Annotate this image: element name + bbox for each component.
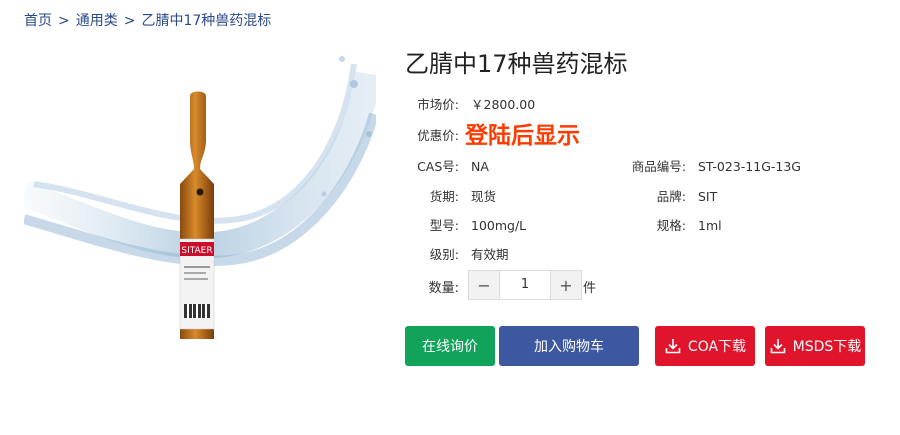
download-icon xyxy=(665,339,681,354)
grade-value: 有效期 xyxy=(471,247,509,262)
inquiry-button[interactable]: 在线询价 xyxy=(405,326,495,366)
spec-row: 规格: 1ml xyxy=(620,215,722,234)
stock-label: 货期: xyxy=(429,189,459,204)
cas-row: CAS号: NA xyxy=(405,156,489,175)
coa-download-label: COA下载 xyxy=(687,339,747,355)
quantity-minus-button[interactable]: − xyxy=(469,271,499,299)
breadcrumb-separator: > xyxy=(123,13,136,29)
product-image: SITAER xyxy=(24,56,376,339)
breadcrumb-separator: > xyxy=(58,13,70,29)
quantity-label: 数量: xyxy=(428,281,459,296)
add-to-cart-button[interactable]: 加入购物车 xyxy=(499,326,639,366)
model-label: 型号: xyxy=(429,218,459,233)
cas-label: CAS号: xyxy=(417,159,459,174)
cas-value: NA xyxy=(471,159,489,174)
product-label-logo: SITAER xyxy=(181,246,212,256)
breadcrumb-category[interactable]: 通用类 xyxy=(76,13,118,29)
promo-price-label-row: 优惠价: xyxy=(405,125,459,144)
stock-row: 货期: 现货 xyxy=(405,186,496,205)
model-value: 100mg/L xyxy=(471,218,527,233)
market-price-row: 市场价: ￥2800.00 xyxy=(405,94,535,113)
code-value: ST-023-11G-13G xyxy=(698,159,801,174)
model-row: 型号: 100mg/L xyxy=(405,215,526,234)
inquiry-button-label: 在线询价 xyxy=(422,339,478,355)
quantity-label-row: 数量: xyxy=(405,277,459,296)
breadcrumb-current[interactable]: 乙腈中17种兽药混标 xyxy=(141,13,271,29)
brand-value: SIT xyxy=(698,189,718,204)
msds-download-button[interactable]: MSDS下载 xyxy=(765,326,865,366)
msds-download-label: MSDS下载 xyxy=(792,339,862,355)
spec-label: 规格: xyxy=(656,218,686,233)
spec-value: 1ml xyxy=(698,218,722,233)
market-price-label: 市场价: xyxy=(417,97,459,112)
grade-row: 级别: 有效期 xyxy=(405,244,509,263)
quantity-plus-button[interactable]: + xyxy=(551,271,581,299)
download-icon xyxy=(770,339,785,354)
promo-price-label: 优惠价: xyxy=(417,128,459,143)
product-title: 乙腈中17种兽药混标 xyxy=(405,50,628,78)
quantity-input[interactable]: 1 xyxy=(499,271,551,299)
coa-download-button[interactable]: COA下载 xyxy=(655,326,755,366)
market-price-value: ￥2800.00 xyxy=(471,97,536,112)
code-row: 商品编号: ST-023-11G-13G xyxy=(620,156,801,175)
quantity-unit: 件 xyxy=(583,281,597,296)
breadcrumb: 首页 > 通用类 > 乙腈中17种兽药混标 xyxy=(24,10,271,30)
brand-label: 品牌: xyxy=(656,189,686,204)
brand-row: 品牌: SIT xyxy=(620,186,717,205)
promo-price-value: 登陆后显示 xyxy=(465,123,580,149)
quantity-stepper: − 1 + xyxy=(468,270,582,300)
grade-label: 级别: xyxy=(429,247,459,262)
breadcrumb-home[interactable]: 首页 xyxy=(24,13,52,29)
add-to-cart-button-label: 加入购物车 xyxy=(534,339,604,355)
code-label: 商品编号: xyxy=(631,159,686,174)
stock-value: 现货 xyxy=(471,189,497,204)
